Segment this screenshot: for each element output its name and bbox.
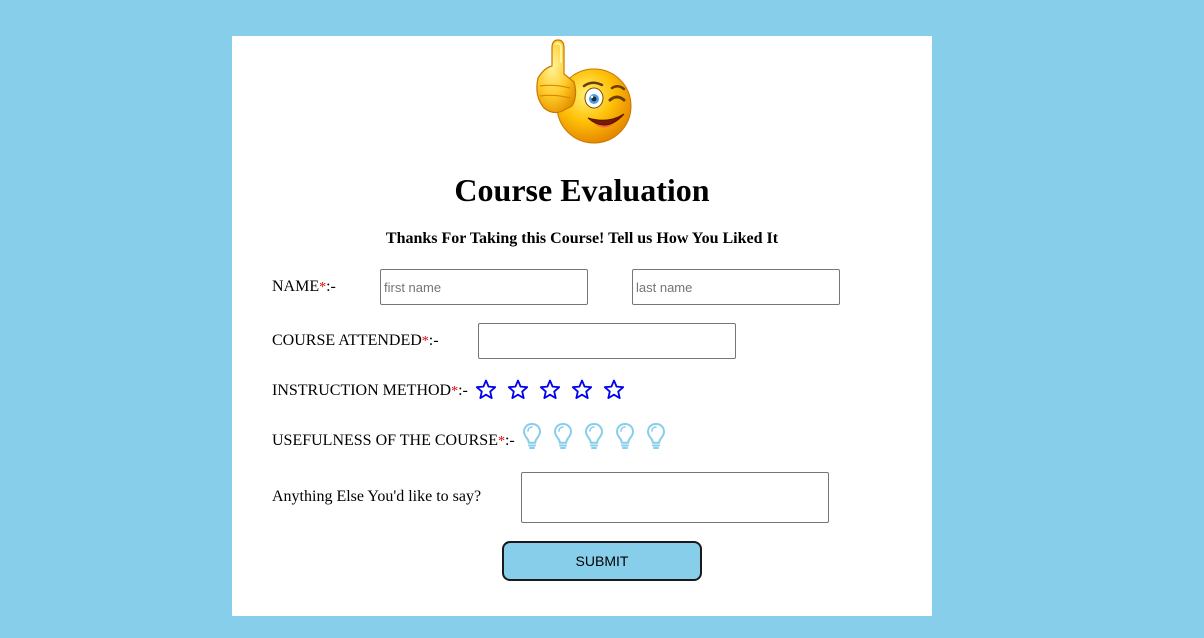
required-marker: * [497,434,505,449]
instruction-method-label: INSTRUCTION METHOD*:- [272,382,468,401]
comments-textarea[interactable] [521,472,829,523]
star-outline-icon[interactable] [506,378,538,402]
lightbulb-outline-icon[interactable] [615,422,646,450]
course-attended-input[interactable] [478,323,736,359]
course-attended-label: COURSE ATTENDED*:- [272,332,439,351]
required-marker: * [421,334,429,349]
submit-button[interactable]: SUBMIT [502,541,702,581]
lightbulb-outline-icon[interactable] [584,422,615,450]
thumbs-up-emoji-icon [536,39,632,144]
page-subtitle: Thanks For Taking this Course! Tell us H… [385,230,779,247]
name-label-text: NAME [272,278,320,295]
star-outline-icon[interactable] [474,378,506,402]
label-suffix: :- [458,382,468,399]
usefulness-label-text: USEFULNESS OF THE COURSE [272,432,498,449]
star-outline-icon[interactable] [570,378,602,402]
lightbulb-outline-icon[interactable] [553,422,584,450]
label-suffix: :- [326,278,336,295]
star-outline-icon[interactable] [602,378,634,402]
label-suffix: :- [504,432,515,449]
first-name-input[interactable] [380,269,588,305]
star-outline-icon[interactable] [538,378,570,402]
usefulness-label: USEFULNESS OF THE COURSE*:- [272,432,515,451]
instruction-method-label-text: INSTRUCTION METHOD [272,382,452,399]
course-attended-label-text: COURSE ATTENDED [272,332,422,349]
evaluation-card: Course Evaluation Thanks For Taking this… [232,36,932,616]
comments-label: Anything Else You'd like to say? [272,488,482,505]
lightbulb-outline-icon[interactable] [646,422,677,450]
page-title: Course Evaluation [454,172,710,208]
usefulness-rating [522,422,677,450]
label-suffix: :- [428,332,439,349]
last-name-input[interactable] [632,269,840,305]
name-label: NAME*:- [272,278,336,297]
instruction-method-rating [474,378,634,402]
lightbulb-outline-icon[interactable] [522,422,553,450]
